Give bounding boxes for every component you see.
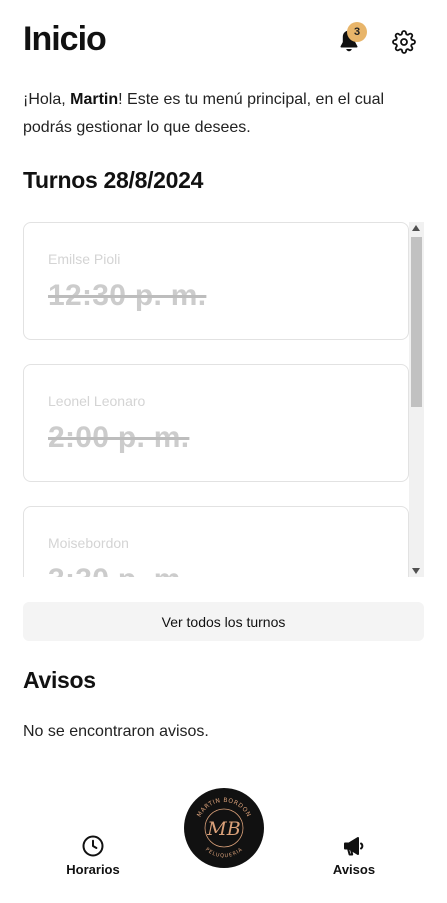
turnos-scrollbar[interactable] [409,222,424,577]
notification-count-badge: 3 [347,22,367,42]
turno-client-name: Emilse Pioli [48,251,121,267]
avisos-title: Avisos [23,667,96,693]
scroll-thumb[interactable] [411,237,422,407]
view-all-turnos-button[interactable]: Ver todos los turnos [23,602,424,641]
greeting-prefix: ¡Hola, [23,91,71,108]
page-title: Inicio [23,20,107,58]
app-header: Inicio 3 [23,18,427,66]
greeting-text: ¡Hola, Martin! Este es tu menú principal… [23,86,413,142]
nav-horarios-label: Horarios [66,862,120,877]
avisos-empty-text: No se encontraron avisos. [23,723,209,740]
turno-client-name: Moisebordon [48,535,129,551]
clock-icon [82,835,104,857]
turno-card[interactable]: Moisebordon 3:30 p. m. [23,506,409,577]
scroll-down-arrow-icon[interactable] [412,568,420,574]
turno-time: 12:30 p. m. [48,279,207,312]
megaphone-icon [344,837,364,856]
turnos-title: Turnos 28/8/2024 [23,167,204,193]
turnos-list[interactable]: Emilse Pioli 12:30 p. m. Leonel Leonaro … [23,222,424,577]
scroll-up-arrow-icon[interactable] [412,225,420,231]
turno-card[interactable]: Leonel Leonaro 2:00 p. m. [23,364,409,482]
nav-avisos-label: Avisos [332,862,376,877]
turno-time: 3:30 p. m. [48,563,189,577]
brand-logo: MARTIN BORDON PELUQUERIA MB [186,790,262,866]
nav-avisos[interactable]: Avisos [309,834,399,886]
nav-horarios[interactable]: Horarios [48,834,138,886]
logo-monogram: MB [206,818,240,840]
turno-card[interactable]: Emilse Pioli 12:30 p. m. [23,222,409,340]
brand-logo-button[interactable]: MARTIN BORDON PELUQUERIA MB [184,788,264,868]
user-name: Martin [70,91,119,108]
turno-client-name: Leonel Leonaro [48,393,146,409]
settings-button[interactable] [392,30,416,54]
gear-icon [392,30,416,54]
turno-time: 2:00 p. m. [48,421,190,454]
